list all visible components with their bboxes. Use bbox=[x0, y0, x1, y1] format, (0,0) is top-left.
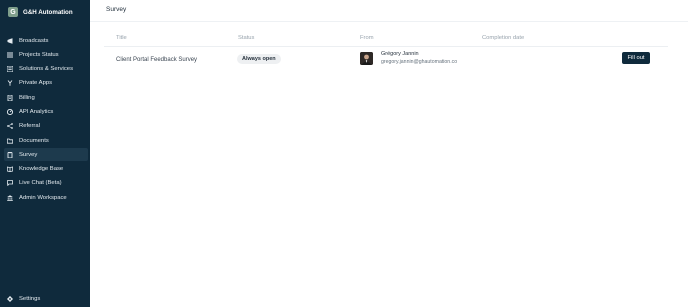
sidebar-item-label: Broadcasts bbox=[19, 37, 49, 44]
brand-name: G&H Automation bbox=[23, 8, 73, 16]
sidebar-item-admin-workspace[interactable]: Admin Workspace bbox=[4, 191, 88, 204]
sidebar-item-broadcasts[interactable]: Broadcasts bbox=[4, 34, 88, 47]
gauge-icon bbox=[7, 108, 13, 115]
avatar bbox=[360, 52, 373, 65]
survey-title: Client Portal Feedback Survey bbox=[116, 57, 198, 63]
fork-icon bbox=[7, 80, 13, 87]
bank-icon bbox=[7, 195, 13, 201]
clipboard-icon bbox=[7, 151, 13, 158]
sidebar-item-label: Referral bbox=[19, 123, 40, 130]
settings-label: Settings bbox=[19, 296, 41, 302]
survey-table: Title Status From Completion date Client… bbox=[104, 30, 668, 73]
sidebar-item-label: Private Apps bbox=[19, 80, 53, 87]
sidebar-item-api-analytics[interactable]: API Analytics bbox=[4, 105, 88, 118]
sidebar-item-label: Solutions & Services bbox=[19, 66, 74, 73]
column-header-status: Status bbox=[238, 35, 255, 41]
sidebar-item-settings[interactable]: Settings bbox=[7, 293, 40, 305]
brand-logo: G bbox=[8, 7, 18, 17]
page-header: Survey bbox=[90, 0, 688, 22]
sidebar-item-label: Live Chat (Beta) bbox=[19, 180, 62, 187]
sidebar-item-knowledge-base[interactable]: Knowledge Base bbox=[4, 163, 88, 176]
sidebar-item-referral[interactable]: Referral bbox=[4, 120, 88, 133]
sidebar-item-label: Survey bbox=[19, 151, 38, 158]
page-title: Survey bbox=[106, 6, 127, 13]
sidebar-item-live-chat[interactable]: Live Chat (Beta) bbox=[4, 177, 88, 190]
gear-icon bbox=[7, 296, 13, 302]
status-badge: Always open bbox=[237, 54, 281, 64]
sidebar-item-private-apps[interactable]: Private Apps bbox=[4, 77, 88, 90]
sidebar-item-solutions-services[interactable]: Solutions & Services bbox=[4, 63, 88, 76]
fill-out-button[interactable]: Fill out bbox=[622, 52, 650, 64]
sidebar-item-projects-status[interactable]: Projects Status bbox=[4, 48, 88, 61]
column-header-from: From bbox=[360, 35, 374, 41]
column-header-completion-date: Completion date bbox=[482, 35, 525, 41]
sender-name: Grégory Jannin bbox=[381, 51, 419, 57]
column-header-title: Title bbox=[116, 35, 127, 41]
sidebar-nav: Broadcasts Projects Status Solutions & S… bbox=[4, 34, 88, 206]
sidebar-item-label: Billing bbox=[19, 94, 35, 101]
table-header: Title Status From Completion date bbox=[104, 30, 668, 47]
list-icon bbox=[7, 52, 13, 58]
sidebar-item-survey[interactable]: Survey bbox=[4, 148, 88, 162]
table-row: Client Portal Feedback Survey Always ope… bbox=[104, 47, 668, 73]
sidebar-item-billing[interactable]: Billing bbox=[4, 91, 88, 104]
receipt-icon bbox=[7, 94, 13, 101]
layers-icon bbox=[7, 66, 13, 73]
sender-email: gregory.jannin@ghautomation.co bbox=[381, 59, 458, 65]
brand[interactable]: G G&H Automation bbox=[8, 6, 73, 18]
book-icon bbox=[7, 166, 13, 173]
sidebar-item-documents[interactable]: Documents bbox=[4, 134, 88, 147]
folder-icon bbox=[7, 138, 13, 144]
sidebar: G G&H Automation Broadcasts Projects Sta… bbox=[0, 0, 90, 307]
sidebar-item-label: Knowledge Base bbox=[19, 166, 64, 173]
chat-icon bbox=[7, 180, 13, 187]
sidebar-item-label: Documents bbox=[19, 137, 49, 144]
sidebar-item-label: Projects Status bbox=[19, 51, 59, 58]
main-content: Survey Title Status From Completion date… bbox=[90, 0, 688, 307]
megaphone-icon bbox=[7, 37, 13, 44]
share-icon bbox=[7, 123, 13, 130]
sidebar-item-label: Admin Workspace bbox=[19, 194, 67, 201]
sidebar-item-label: API Analytics bbox=[19, 108, 54, 115]
